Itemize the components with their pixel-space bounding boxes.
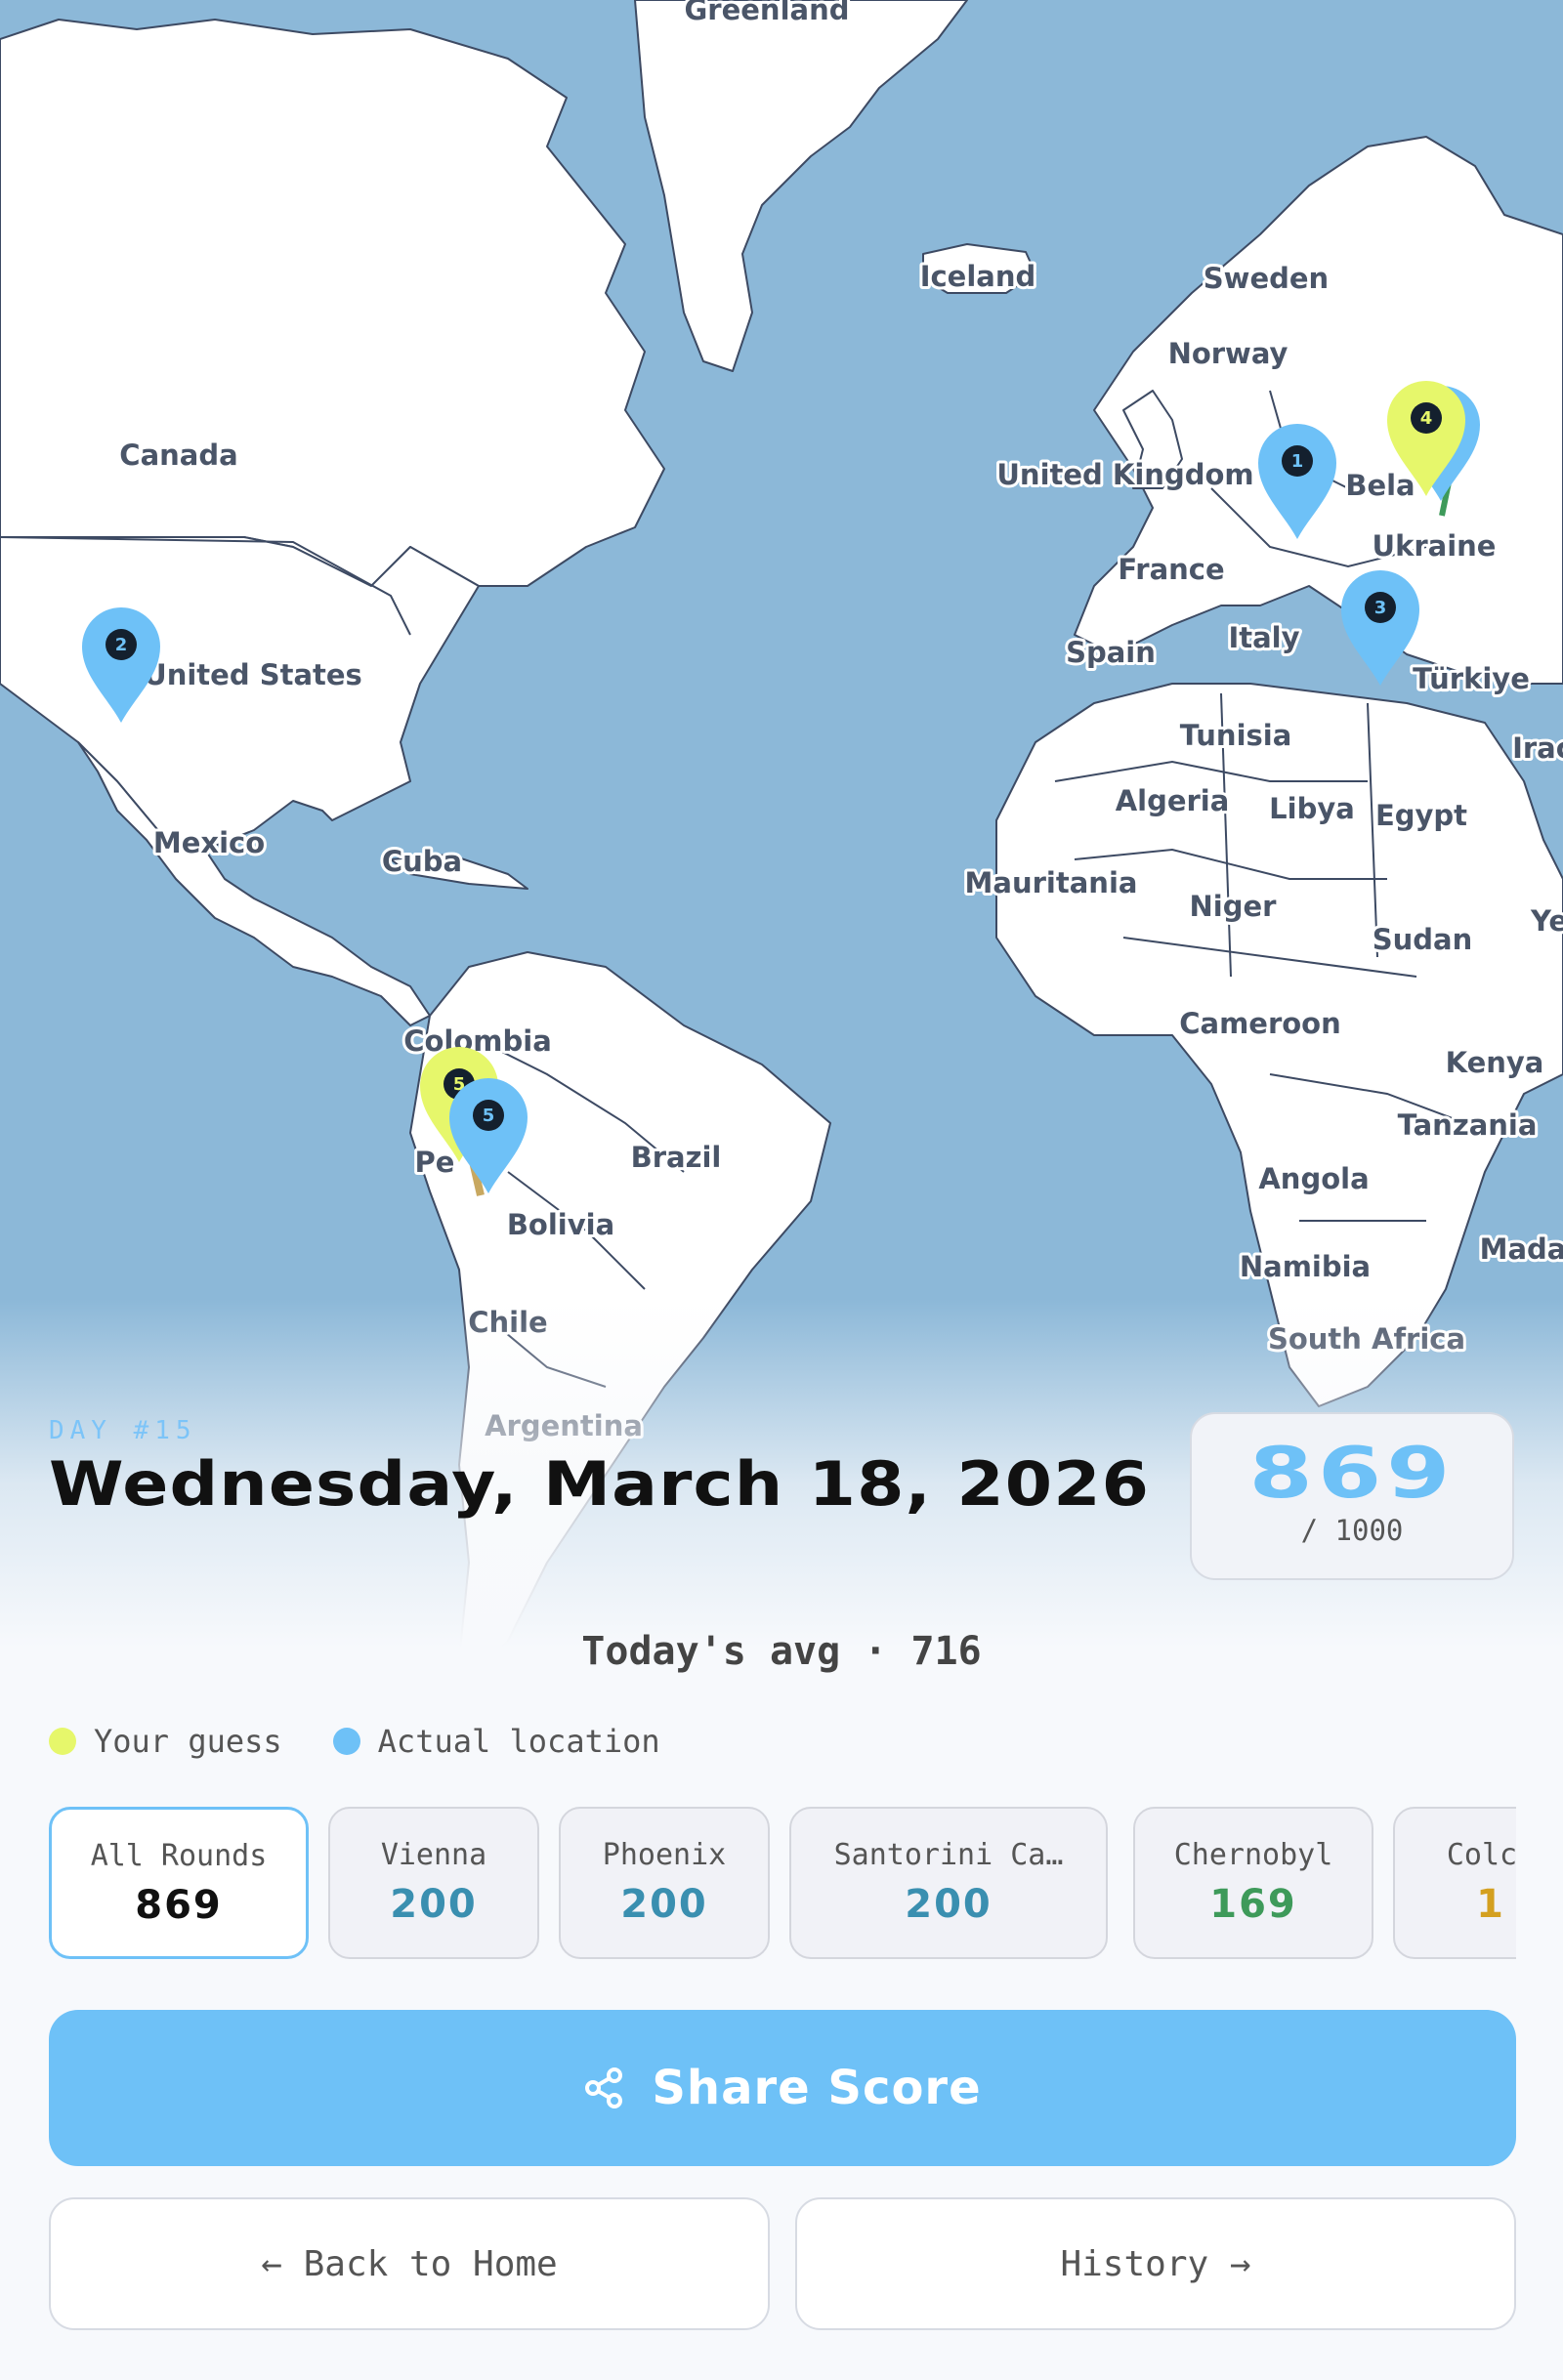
map-label-libya: Libya [1269, 792, 1355, 825]
chip-score: 869 [135, 1883, 223, 1928]
legend-actual-label: Actual location [377, 1723, 660, 1760]
max-score: / 1000 [1300, 1514, 1404, 1547]
chip-label: Vienna [380, 1838, 487, 1872]
share-score-button[interactable]: Share Score [49, 2010, 1516, 2166]
share-score-label: Share Score [652, 2061, 982, 2115]
map-label-niger: Niger [1190, 890, 1278, 923]
map-label-yemen: Ye [1530, 904, 1563, 938]
map-label-tunisia: Tunisia [1180, 719, 1292, 752]
total-score-card: 869 / 1000 [1190, 1412, 1514, 1580]
chip-label: Santorini Ca… [833, 1838, 1064, 1872]
map-label-greenland: Greenland [684, 0, 849, 26]
map-legend: Your guess Actual location [49, 1723, 711, 1760]
map-label-mauritania: Mauritania [965, 866, 1138, 899]
map-label-angola: Angola [1258, 1162, 1369, 1195]
round-chips: All Rounds 869 Vienna 200 Phoenix 200 Santorin… [49, 1807, 1516, 1963]
day-label: DAY #15 [49, 1416, 197, 1445]
map-label-iceland: Iceland [920, 260, 1036, 293]
map-label-brazil: Brazil [631, 1141, 722, 1174]
map-label-sweden: Sweden [1204, 262, 1329, 295]
chip-all-rounds[interactable]: All Rounds 869 [49, 1807, 309, 1959]
map-label-madagascar: Mada [1480, 1232, 1563, 1266]
map-label-ukraine: Ukraine [1373, 529, 1497, 563]
chip-label: All Rounds [90, 1839, 268, 1873]
chip-label: Colca [1446, 1838, 1516, 1872]
chip-score: 200 [620, 1882, 708, 1927]
back-to-home-label: ← Back to Home [261, 2243, 558, 2284]
chip-score: 1 [1476, 1882, 1505, 1927]
map-label-algeria: Algeria [1116, 784, 1230, 817]
marker-round-number: 3 [1374, 598, 1387, 618]
map-label-italy: Italy [1228, 621, 1299, 654]
map-label-belarus: Bela [1345, 469, 1415, 502]
map-label-canada: Canada [119, 438, 237, 472]
map-label-turkiye: Türkiye [1413, 662, 1530, 695]
chip-round-1[interactable]: Vienna 200 [328, 1807, 539, 1959]
map-label-egypt: Egypt [1375, 799, 1467, 832]
page-title: Wednesday, March 18, 2026 [49, 1448, 1151, 1520]
map-label-united-kingdom: United Kingdom [996, 458, 1253, 491]
chip-round-3[interactable]: Santorini Ca… 200 [789, 1807, 1108, 1959]
marker-round-number: 5 [483, 1106, 495, 1126]
chip-score: 200 [390, 1882, 478, 1927]
chip-label: Chernobyl [1173, 1838, 1333, 1872]
map-label-iraq: Irac [1512, 731, 1563, 765]
chip-score: 200 [905, 1882, 993, 1927]
chip-round-2[interactable]: Phoenix 200 [559, 1807, 770, 1959]
total-score: 869 [1248, 1432, 1456, 1514]
chip-score: 169 [1209, 1882, 1297, 1927]
map-label-mexico: Mexico [153, 826, 265, 859]
map-label-namibia: Namibia [1240, 1250, 1371, 1283]
map-label-spain: Spain [1066, 636, 1156, 669]
guess-dot-icon [49, 1728, 76, 1755]
map-label-peru: Pe [415, 1146, 455, 1179]
actual-dot-icon [332, 1728, 360, 1755]
share-icon [585, 2067, 623, 2109]
history-label: History → [1060, 2243, 1251, 2284]
chip-round-4[interactable]: Chernobyl 169 [1133, 1807, 1373, 1959]
marker-round-number: 1 [1291, 451, 1304, 472]
history-button[interactable]: History → [795, 2197, 1516, 2330]
map-label-sudan: Sudan [1373, 923, 1473, 956]
map-label-cameroon: Cameroon [1179, 1007, 1341, 1040]
map-label-norway: Norway [1168, 337, 1288, 370]
map-label-kenya: Kenya [1446, 1046, 1544, 1079]
chip-label: Phoenix [602, 1838, 727, 1872]
map-label-united-states: United States [144, 658, 362, 691]
marker-round-number: 4 [1420, 408, 1433, 429]
legend-guess-label: Your guess [94, 1723, 282, 1760]
todays-average: Today's avg · 716 [581, 1629, 982, 1674]
map-label-tanzania: Tanzania [1398, 1108, 1538, 1142]
map-label-cuba: Cuba [382, 845, 462, 878]
chip-round-5[interactable]: Colca 1 [1393, 1807, 1516, 1959]
map-label-france: France [1118, 553, 1224, 586]
back-to-home-button[interactable]: ← Back to Home [49, 2197, 770, 2330]
map-label-bolivia: Bolivia [507, 1208, 614, 1241]
marker-round-number: 2 [115, 635, 128, 655]
